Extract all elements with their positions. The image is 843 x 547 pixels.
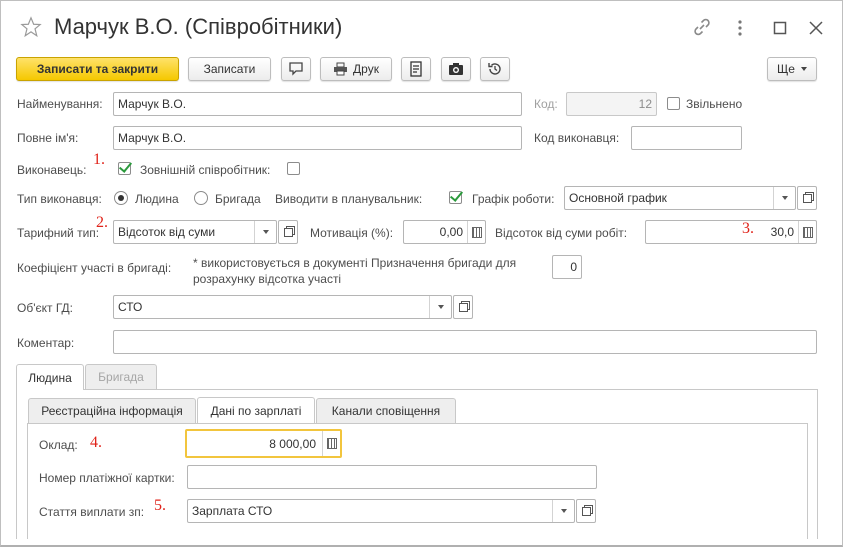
- chevron-down-icon[interactable]: [552, 500, 574, 522]
- coefficient-label: Коефіцієнт участі в бригаді:: [17, 261, 172, 275]
- code-input: 12: [566, 92, 657, 116]
- salary-label: Оклад:: [39, 438, 78, 452]
- close-icon[interactable]: [809, 21, 823, 35]
- speech-bubble-icon: [289, 62, 303, 76]
- calculator-icon[interactable]: [322, 431, 340, 456]
- document-report-icon: [410, 61, 422, 77]
- name-input[interactable]: Марчук В.О.: [113, 92, 522, 116]
- comment-input[interactable]: [113, 330, 817, 354]
- tariff-open-button[interactable]: [278, 220, 298, 244]
- print-button[interactable]: Друк: [320, 57, 392, 81]
- dismissed-checkbox[interactable]: [667, 97, 680, 110]
- report-button[interactable]: [401, 57, 431, 81]
- executor-code-input[interactable]: [631, 126, 742, 150]
- object-open-button[interactable]: [453, 295, 473, 319]
- camera-button[interactable]: [441, 57, 471, 81]
- external-employee-checkbox[interactable]: [287, 162, 300, 175]
- comment-button[interactable]: [281, 57, 311, 81]
- name-label: Найменування:: [17, 97, 103, 111]
- salary-input[interactable]: 8 000,00: [185, 429, 342, 458]
- motivation-label: Мотивація (%):: [310, 226, 394, 240]
- executor-type-label: Тип виконавця:: [17, 192, 102, 206]
- executor-label: Виконавець:: [17, 163, 87, 177]
- code-label: Код:: [534, 97, 558, 111]
- payment-article-select[interactable]: Зарплата СТО: [187, 499, 575, 523]
- radio-person-label: Людина: [135, 192, 179, 206]
- camera-icon: [449, 63, 463, 75]
- schedule-select[interactable]: Основной график: [564, 186, 796, 210]
- tab-brigade[interactable]: Бригада: [85, 364, 157, 389]
- annotation-1: 1.: [93, 151, 105, 168]
- radio-person[interactable]: [114, 191, 128, 205]
- fullname-input[interactable]: Марчук В.О.: [113, 126, 522, 150]
- tab-registration-info[interactable]: Реєстраційна інформація: [28, 398, 196, 423]
- fullname-label: Повне ім'я:: [17, 131, 79, 145]
- save-and-close-button[interactable]: Записати та закрити: [16, 57, 179, 81]
- annotation-4: 4.: [90, 434, 102, 451]
- payment-article-open-button[interactable]: [576, 499, 596, 523]
- more-button[interactable]: Ще: [767, 57, 817, 81]
- comment-label: Коментар:: [17, 336, 75, 350]
- printer-icon: [334, 62, 348, 76]
- schedule-label: Графік роботи:: [472, 192, 555, 206]
- annotation-5: 5.: [154, 497, 166, 514]
- tab-notification-channels[interactable]: Канали сповіщення: [316, 398, 456, 423]
- calculator-icon[interactable]: [798, 221, 816, 243]
- page-title: Марчук В.О. (Співробітники): [54, 14, 343, 39]
- coefficient-note-line-2: розрахунку відсотка участі: [193, 272, 342, 286]
- radio-brigade[interactable]: [194, 191, 208, 205]
- payment-article-label: Стаття виплати зп:: [39, 505, 145, 519]
- save-button[interactable]: Записати: [188, 57, 271, 81]
- coefficient-note-line-1: * використовується в документі Призначен…: [193, 256, 517, 270]
- coefficient-input[interactable]: 0: [552, 255, 582, 279]
- link-icon[interactable]: [692, 17, 712, 37]
- executor-code-label: Код виконавця:: [534, 131, 620, 145]
- radio-brigade-label: Бригада: [215, 192, 261, 206]
- percent-works-input[interactable]: 30,0: [645, 220, 817, 244]
- calculator-icon[interactable]: [467, 221, 485, 243]
- object-select[interactable]: СТО: [113, 295, 452, 319]
- chevron-down-icon: [800, 67, 807, 71]
- history-icon: [488, 63, 501, 75]
- chevron-down-icon[interactable]: [773, 187, 795, 209]
- card-number-input[interactable]: [187, 465, 597, 489]
- maximize-icon[interactable]: [773, 21, 787, 35]
- external-employee-label: Зовнішній співробітник:: [140, 163, 271, 177]
- history-button[interactable]: [480, 57, 510, 81]
- schedule-open-button[interactable]: [797, 186, 817, 210]
- tariff-type-label: Тарифний тип:: [17, 226, 100, 240]
- motivation-input[interactable]: 0,00: [403, 220, 486, 244]
- annotation-3: 3.: [742, 220, 754, 237]
- dismissed-label: Звільнено: [686, 97, 743, 111]
- percent-works-label: Відсоток від суми робіт:: [495, 226, 628, 240]
- tab-person[interactable]: Людина: [16, 364, 84, 390]
- planner-checkbox[interactable]: [449, 191, 462, 204]
- chevron-down-icon[interactable]: [254, 221, 276, 243]
- star-icon[interactable]: [20, 16, 42, 38]
- annotation-2: 2.: [96, 214, 108, 231]
- object-label: Об'єкт ГД:: [17, 301, 73, 315]
- card-number-label: Номер платіжної картки:: [39, 471, 175, 485]
- executor-checkbox[interactable]: [118, 162, 131, 175]
- tab-salary-data[interactable]: Дані по зарплаті: [197, 397, 315, 423]
- more-icon[interactable]: [735, 18, 745, 38]
- planner-label: Виводити в планувальник:: [275, 192, 423, 206]
- tariff-type-select[interactable]: Відсоток від суми: [113, 220, 277, 244]
- chevron-down-icon[interactable]: [429, 296, 451, 318]
